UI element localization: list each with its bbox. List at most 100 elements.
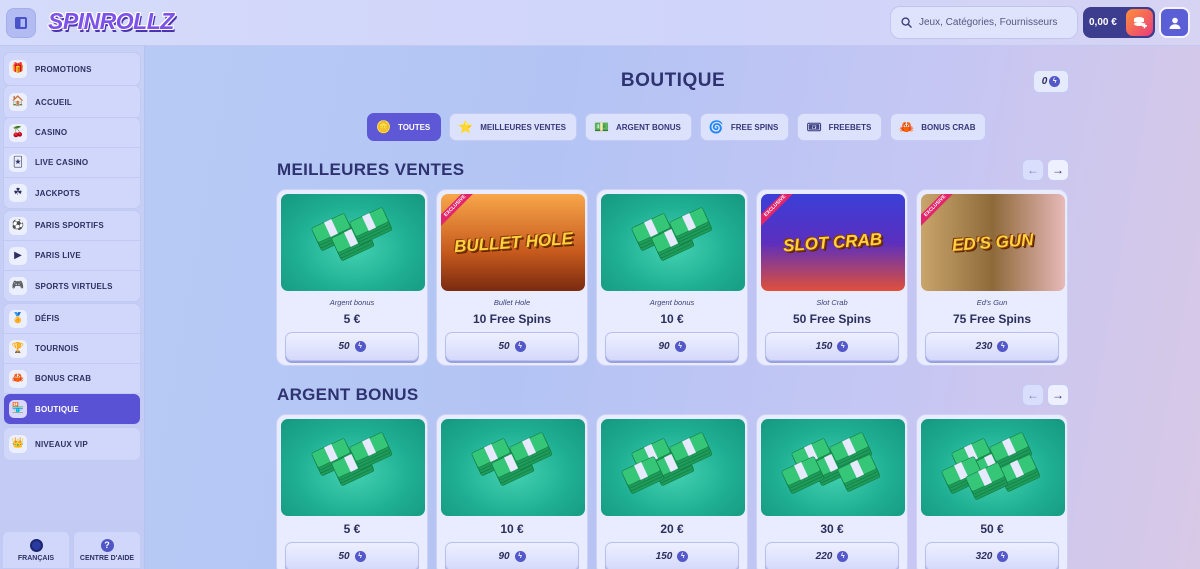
buy-button[interactable]: 50 ϟ: [285, 332, 419, 361]
product-row: 5 € 50 ϟ 10 € 90 ϟ 20 € 150 ϟ 30 € 220 ϟ 50 € 320 ϟ: [276, 414, 1068, 569]
live-icon: ▶: [9, 246, 27, 265]
buy-button[interactable]: 320 ϟ: [925, 542, 1059, 569]
price-value: 50: [338, 551, 350, 562]
sidebar-item-paris-live[interactable]: ▶ PARIS LIVE: [4, 241, 140, 271]
user-icon: [1169, 17, 1180, 29]
product-card[interactable]: ED'S GUN EXCLUSIVE Ed's Gun 75 Free Spins 23…: [916, 189, 1068, 366]
bolt-coin-icon: ϟ: [677, 551, 689, 562]
buy-button[interactable]: 90 ϟ: [445, 542, 579, 569]
sidebar-item-label: BOUTIQUE: [35, 404, 79, 414]
filter-tab-toutes[interactable]: 🪙 TOUTES: [367, 113, 442, 141]
sidebar-item-accueil[interactable]: 🏠 ACCUEIL: [4, 86, 140, 118]
arrow-left-icon: ←: [1027, 388, 1039, 402]
product-card[interactable]: 20 € 150 ϟ: [596, 414, 748, 569]
user-account-button[interactable]: [1159, 7, 1190, 38]
arrow-right-icon: →: [1052, 163, 1064, 177]
filter-tab-freebets[interactable]: 🎟 FREEBETS: [797, 113, 883, 141]
search-input[interactable]: [919, 17, 1069, 28]
filter-tab-argent-bonus[interactable]: 💵 ARGENT BONUS: [585, 113, 692, 141]
language-selector[interactable]: FRANÇAIS: [2, 531, 70, 569]
sidebar-toggle-button[interactable]: [6, 8, 36, 38]
filter-tab-free-spins[interactable]: 🌀 FREE SPINS: [699, 113, 790, 141]
price-value: 50: [338, 341, 350, 352]
crown-icon: 👑: [9, 435, 27, 453]
cash-bundle-image: [921, 419, 1065, 516]
cash-bundle-image: [601, 194, 745, 291]
product-title: 50 Free Spins: [792, 312, 872, 326]
sidebar-toggle-icon: [15, 17, 27, 29]
product-card[interactable]: Argent bonus 10 € 90 ϟ: [596, 189, 748, 366]
product-card[interactable]: 5 € 50 ϟ: [276, 414, 428, 569]
gift-icon: 🎁: [9, 60, 27, 78]
sidebar-item-label: DÉFIS: [35, 314, 60, 323]
game-thumbnail: BULLET HOLE EXCLUSIVE: [441, 194, 585, 291]
filter-tab-meilleures-ventes[interactable]: ⭐ MEILLEURES VENTES: [449, 113, 578, 141]
search-bar[interactable]: [890, 6, 1078, 39]
buy-button[interactable]: 50 ϟ: [285, 542, 419, 569]
carousel-next-button[interactable]: →: [1047, 384, 1069, 406]
product-card[interactable]: SLOT CRAB EXCLUSIVE Slot Crab 50 Free Spins…: [756, 189, 908, 366]
price-value: 150: [815, 341, 833, 352]
carousel-next-button[interactable]: →: [1047, 159, 1069, 181]
buy-button[interactable]: 150 ϟ: [765, 332, 899, 361]
buy-button[interactable]: 50 ϟ: [445, 332, 579, 361]
product-category: Argent bonus: [649, 298, 695, 307]
sidebar-item-jackpots[interactable]: ☘ JACKPOTS: [4, 178, 140, 208]
sidebar-item-casino[interactable]: 🍒 CASINO: [4, 118, 140, 148]
buy-button[interactable]: 230 ϟ: [925, 332, 1059, 361]
bolt-coin-icon: ϟ: [997, 551, 1009, 562]
carousel-prev-button[interactable]: ←: [1022, 159, 1044, 181]
filter-tab-label: BONUS CRAB: [921, 122, 976, 132]
product-card[interactable]: 10 € 90 ϟ: [436, 414, 588, 569]
game-thumbnail: SLOT CRAB EXCLUSIVE: [761, 194, 905, 291]
sidebar-group: 🏠 ACCUEIL: [3, 85, 141, 119]
price-value: 220: [815, 551, 833, 562]
star-icon: ⭐: [458, 120, 474, 134]
sidebar-item-live-casino[interactable]: 🃏 LIVE CASINO: [4, 148, 140, 178]
medal-icon: 🏅: [9, 309, 27, 328]
buy-button[interactable]: 90 ϟ: [605, 332, 739, 361]
sidebar: 🎁 PROMOTIONS 🏠 ACCUEIL 🍒 CASINO 🃏 LIVE CASINO ☘ J…: [0, 46, 145, 569]
sidebar-group: 🏅 DÉFIS 🏆 TOURNOIS 🦀 BONUS CRAB 🏪 BOUTIQUE: [3, 303, 141, 425]
bolt-coin-icon: ϟ: [354, 341, 366, 352]
price-value: 90: [658, 341, 670, 352]
deposit-button[interactable]: [1126, 9, 1153, 36]
sidebar-item-sports-virtuels[interactable]: 🎮 SPORTS VIRTUELS: [4, 271, 140, 301]
filter-tab-label: MEILLEURES VENTES: [480, 122, 567, 132]
clover-icon: ☘: [9, 184, 27, 202]
filter-tabs: 🪙 TOUTES ⭐ MEILLEURES VENTES 💵 ARGENT BONUS 🌀 F…: [367, 113, 987, 141]
buy-button[interactable]: 220 ϟ: [765, 542, 899, 569]
product-card[interactable]: Argent bonus 5 € 50 ϟ: [276, 189, 428, 366]
product-title: 20 €: [660, 522, 684, 536]
carousel-controls: ← →: [1022, 159, 1069, 181]
sidebar-item-boutique[interactable]: 🏪 BOUTIQUE: [4, 394, 140, 424]
sidebar-item-promotions[interactable]: 🎁 PROMOTIONS: [4, 53, 140, 85]
sidebar-item-niveaux-vip[interactable]: 👑 NIVEAUX VIP: [4, 428, 140, 460]
sidebar-item-bonus-crab[interactable]: 🦀 BONUS CRAB: [4, 364, 140, 394]
filter-tab-bonus-crab[interactable]: 🦀 BONUS CRAB: [890, 113, 987, 141]
language-label: FRANÇAIS: [17, 554, 55, 562]
logo[interactable]: SPINROLLZ: [48, 8, 174, 35]
filter-tab-label: ARGENT BONUS: [615, 122, 681, 132]
product-card[interactable]: 50 € 320 ϟ: [916, 414, 1068, 569]
sidebar-item-paris-sportifs[interactable]: ⚽ PARIS SPORTIFS: [4, 211, 140, 241]
buy-button[interactable]: 150 ϟ: [605, 542, 739, 569]
game-thumbnail: ED'S GUN EXCLUSIVE: [921, 194, 1065, 291]
crab-coin-counter[interactable]: 0 ϟ: [1033, 70, 1069, 93]
filter-tab-label: FREEBETS: [828, 122, 872, 132]
cash-bundle-image: [281, 194, 425, 291]
search-icon: [901, 17, 912, 28]
help-label: CENTRE D'AIDE: [79, 554, 135, 562]
flag-icon: [29, 538, 43, 552]
help-center-button[interactable]: ? CENTRE D'AIDE: [73, 531, 141, 569]
bolt-coin-icon: ϟ: [837, 341, 849, 352]
product-title: 10 €: [660, 312, 684, 326]
product-card[interactable]: BULLET HOLE EXCLUSIVE Bullet Hole 10 Free S…: [436, 189, 588, 366]
sidebar-item-tournois[interactable]: 🏆 TOURNOIS: [4, 334, 140, 364]
carousel-prev-button[interactable]: ←: [1022, 384, 1044, 406]
filter-tab-label: FREE SPINS: [730, 122, 779, 132]
product-title: 75 Free Spins: [952, 312, 1032, 326]
balance-display[interactable]: 0,00 €: [1083, 7, 1155, 38]
sidebar-item-défis[interactable]: 🏅 DÉFIS: [4, 304, 140, 334]
product-card[interactable]: 30 € 220 ϟ: [756, 414, 908, 569]
